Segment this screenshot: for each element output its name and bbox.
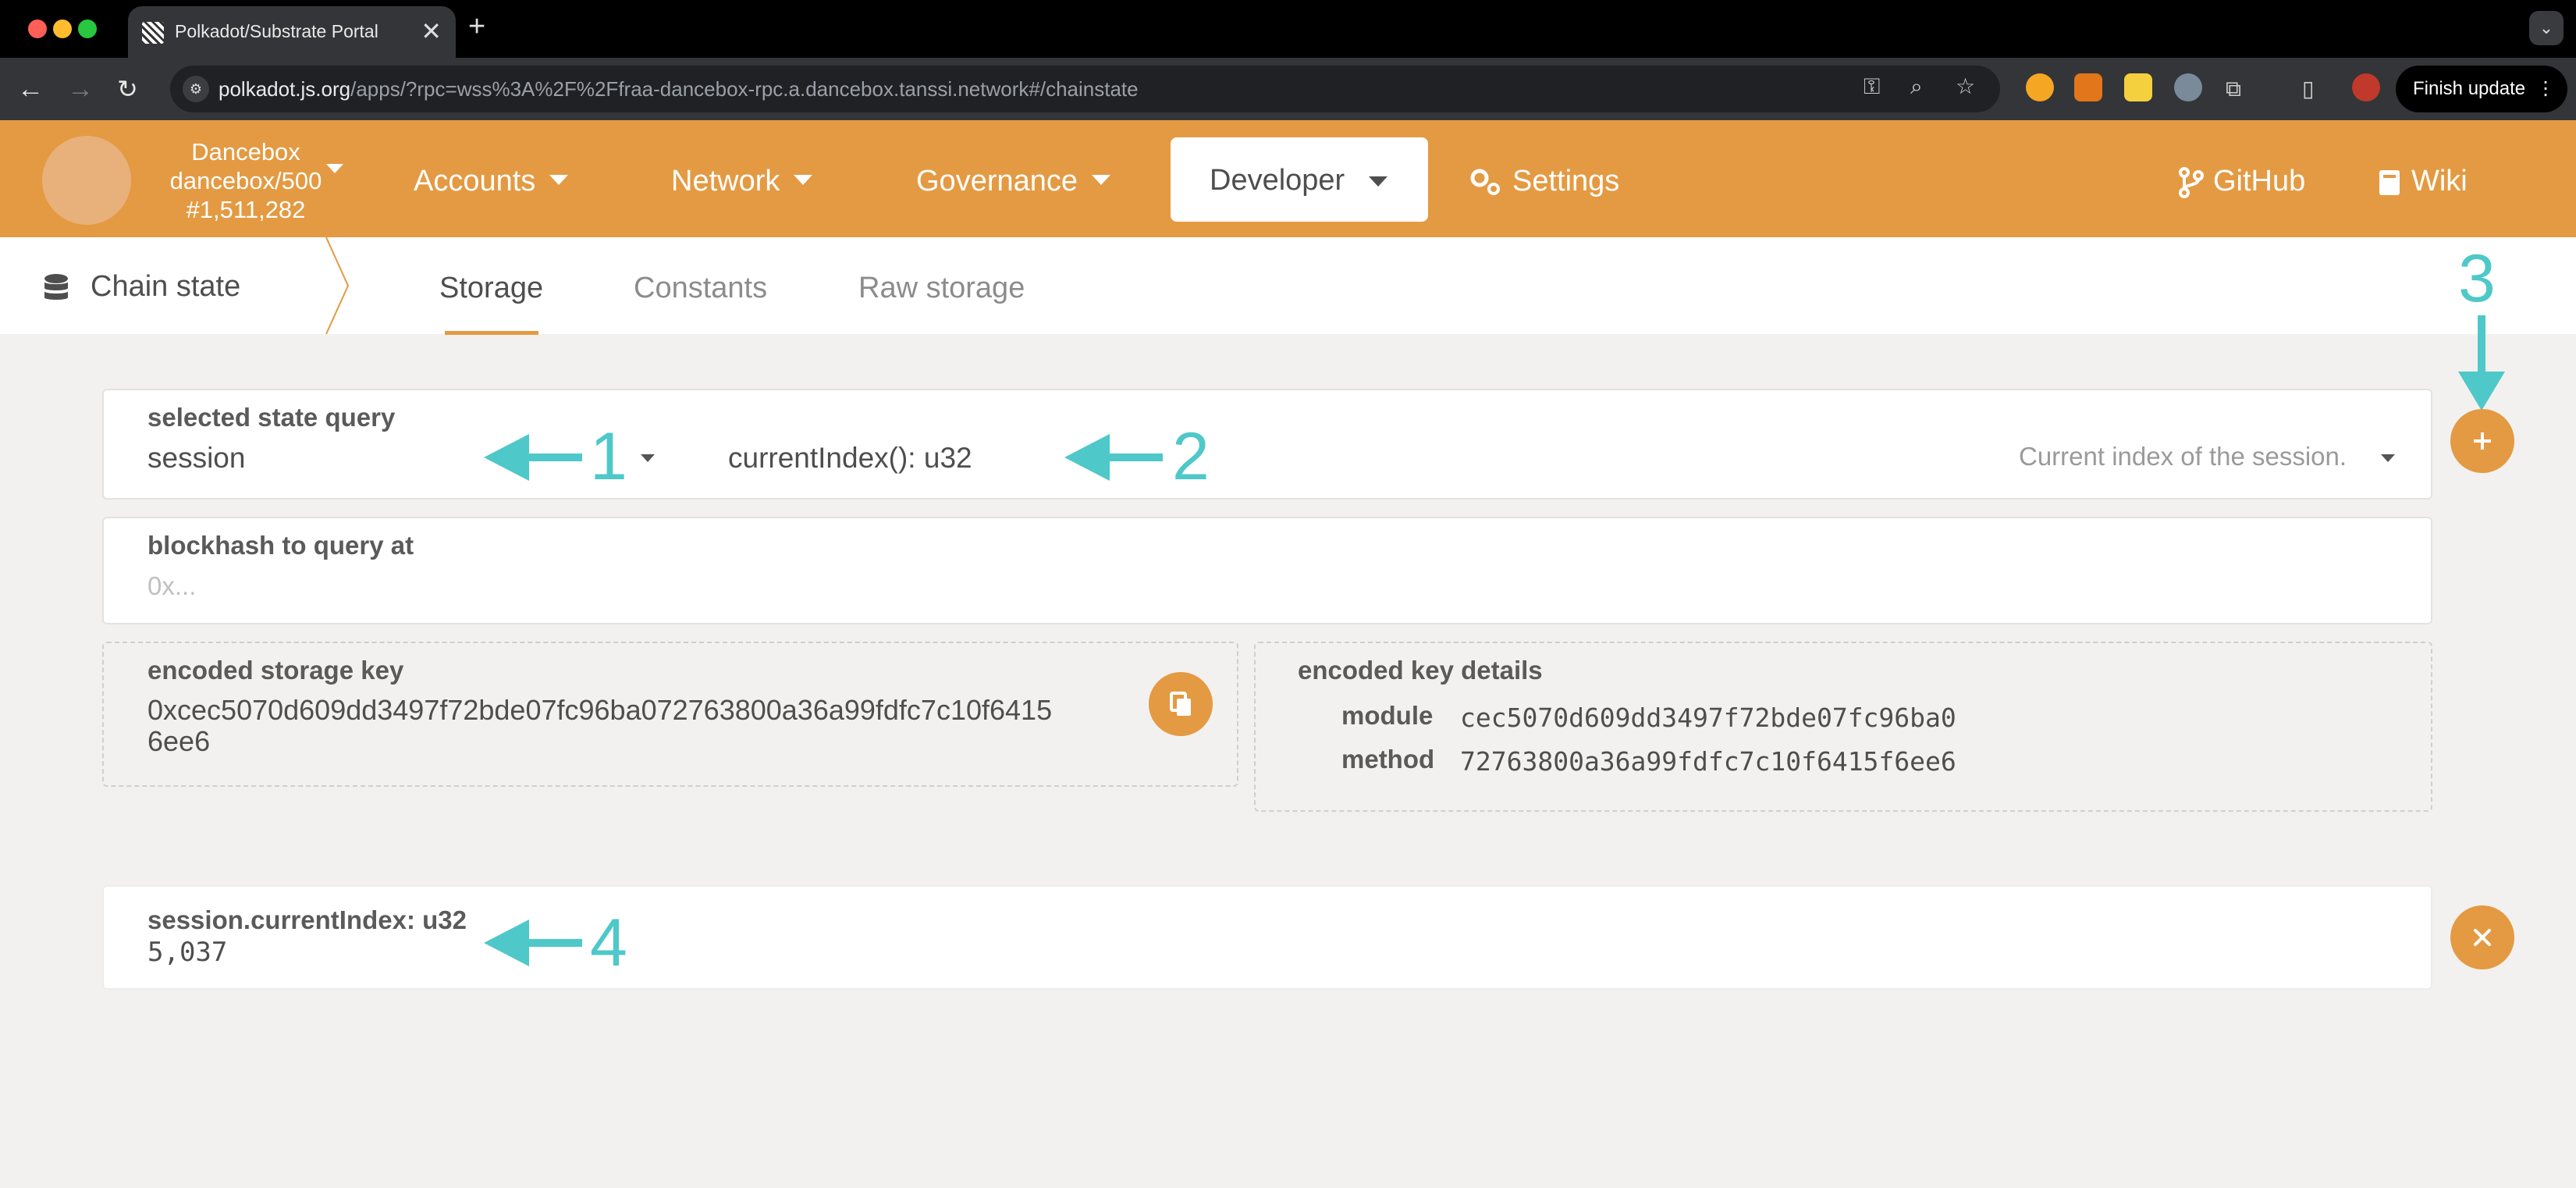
chain-logo: [42, 136, 131, 225]
module-dropdown[interactable]: session: [147, 442, 245, 475]
chevron-down-icon: [549, 175, 569, 186]
address-bar[interactable]: ⚙ polkadot.js.org/apps/?rpc=wss%3A%2F%2F…: [170, 66, 2000, 112]
annotation-number-3: 3: [2458, 241, 2496, 316]
gears-icon: [1470, 169, 1500, 195]
chain-selector[interactable]: Dancebox dancebox/500 #1,511,282: [148, 137, 343, 224]
tab-storage[interactable]: Storage: [439, 272, 543, 305]
section-chain-state: Chain state: [42, 270, 240, 304]
site-info-icon[interactable]: ⚙: [183, 76, 209, 102]
link-github[interactable]: GitHub: [2177, 164, 2305, 198]
address-url[interactable]: polkadot.js.org/apps/?rpc=wss%3A%2F%2Ffr…: [219, 77, 1139, 101]
window-maximize-button[interactable]: [78, 20, 97, 38]
extension-avatar-icon[interactable]: [2174, 73, 2202, 101]
tab-title: Polkadot/Substrate Portal: [175, 21, 378, 41]
copy-icon: [1170, 692, 1191, 716]
encoded-storage-key-label: encoded storage key: [147, 656, 404, 685]
zoom-icon[interactable]: ⌕: [1910, 75, 1923, 98]
encoded-storage-key-card: encoded storage key 0xcec5070d609dd3497f…: [102, 642, 1238, 787]
method-chevron-down-icon[interactable]: [2381, 454, 2395, 462]
profile-avatar[interactable]: [2352, 73, 2380, 101]
active-tab-indicator: [445, 331, 538, 335]
forward-arrow-icon[interactable]: →: [67, 72, 94, 106]
annotation-arrow-left-icon: [484, 919, 582, 966]
method-dropdown[interactable]: currentIndex(): u32: [728, 442, 972, 475]
selected-state-query-label: selected state query: [147, 403, 396, 432]
module-label: module: [1341, 701, 1434, 730]
annotation-arrow-left-icon: [1064, 434, 1163, 481]
bookmark-star-icon[interactable]: ☆: [1956, 75, 1975, 98]
book-icon: [2379, 169, 2400, 195]
extension-polkadot-icon[interactable]: [2026, 73, 2054, 101]
tab-constants[interactable]: Constants: [634, 272, 767, 305]
back-arrow-icon[interactable]: ←: [17, 72, 44, 106]
extension-wallet-icon[interactable]: [2124, 73, 2152, 101]
annotation-number-4: 4: [590, 905, 627, 980]
menu-settings[interactable]: Settings: [1467, 164, 1619, 198]
remove-result-button[interactable]: [2450, 905, 2514, 969]
menu-network[interactable]: Network: [671, 164, 813, 198]
app-header: Dancebox dancebox/500 #1,511,282 Account…: [0, 120, 2576, 237]
module-chevron-down-icon[interactable]: [641, 454, 655, 462]
encoded-key-details-card: encoded key details module cec5070d609dd…: [1254, 642, 2432, 812]
window-close-button[interactable]: [28, 20, 47, 38]
result-value: 5,037: [147, 937, 228, 968]
tab-raw-storage[interactable]: Raw storage: [858, 272, 1025, 305]
chevron-down-icon[interactable]: [326, 164, 343, 173]
annotation-arrow-left-icon: [484, 434, 582, 481]
extensions-puzzle-icon[interactable]: ⧉: [2226, 77, 2241, 101]
method-label: method: [1341, 745, 1435, 774]
browser-tab[interactable]: Polkadot/Substrate Portal ✕: [128, 6, 456, 58]
new-tab-button[interactable]: +: [468, 11, 485, 42]
finish-update-button[interactable]: Finish update ⋮: [2396, 66, 2567, 112]
breadcrumb-separator-icon: [325, 237, 350, 334]
state-query-selector: selected state query session currentInde…: [102, 389, 2432, 500]
method-description: Current index of the session.: [2019, 442, 2347, 471]
annotation-number-1: 1: [590, 419, 627, 494]
git-branch-icon: [2179, 166, 2204, 198]
module-hash-value: cec5070d609dd3497f72bde07fc96ba0: [1460, 702, 1956, 733]
tab-close-icon[interactable]: ✕: [421, 17, 442, 45]
tab-favicon-icon: [142, 22, 164, 44]
browser-tab-strip: Polkadot/Substrate Portal ✕ + ⌄: [0, 0, 2576, 58]
extension-metamask-icon[interactable]: [2074, 73, 2102, 101]
chain-block: #1,511,282: [186, 196, 306, 223]
annotation-arrow-down-icon: [2458, 315, 2505, 411]
copy-key-button[interactable]: [1149, 672, 1213, 736]
add-query-button[interactable]: [2450, 409, 2514, 473]
annotation-number-2: 2: [1172, 419, 1210, 494]
menu-accounts[interactable]: Accounts: [414, 164, 569, 198]
browser-toolbar: ← → ↻ ⚙ polkadot.js.org/apps/?rpc=wss%3A…: [0, 58, 2576, 120]
sub-navigation: Chain state Storage Constants Raw storag…: [0, 237, 2576, 335]
chain-runtime: dancebox/500: [169, 167, 322, 194]
blockhash-label: blockhash to query at: [147, 531, 414, 560]
database-icon: [44, 273, 68, 300]
method-hash-value: 72763800a36a99fdfc7c10f6415f6ee6: [1460, 746, 1956, 777]
result-label: session.currentIndex: u32: [147, 905, 467, 934]
close-icon: [2474, 929, 2491, 946]
password-key-icon[interactable]: ⚿: [1864, 75, 1880, 98]
blockhash-input-card: blockhash to query at 0x...: [102, 517, 2432, 624]
plus-icon: [2474, 432, 2491, 450]
reload-icon[interactable]: ↻: [117, 72, 138, 106]
chain-name: Dancebox: [191, 138, 300, 165]
chevron-down-icon: [1092, 175, 1111, 186]
link-wiki[interactable]: Wiki: [2377, 164, 2468, 198]
tab-search-button[interactable]: ⌄: [2529, 11, 2564, 45]
chevron-down-icon: [1369, 176, 1387, 187]
query-result-card: session.currentIndex: u32 5,037: [102, 885, 2432, 990]
menu-governance[interactable]: Governance: [916, 164, 1111, 198]
chevron-down-icon: [794, 175, 813, 186]
blockhash-input[interactable]: 0x...: [147, 571, 196, 601]
window-minimize-button[interactable]: [53, 20, 72, 38]
side-panel-icon[interactable]: ▯: [2302, 77, 2314, 101]
menu-developer[interactable]: Developer: [1171, 137, 1428, 222]
encoded-key-details-label: encoded key details: [1298, 656, 1543, 685]
encoded-storage-key-value: 0xcec5070d609dd3497f72bde07fc96ba0727638…: [147, 694, 1053, 757]
